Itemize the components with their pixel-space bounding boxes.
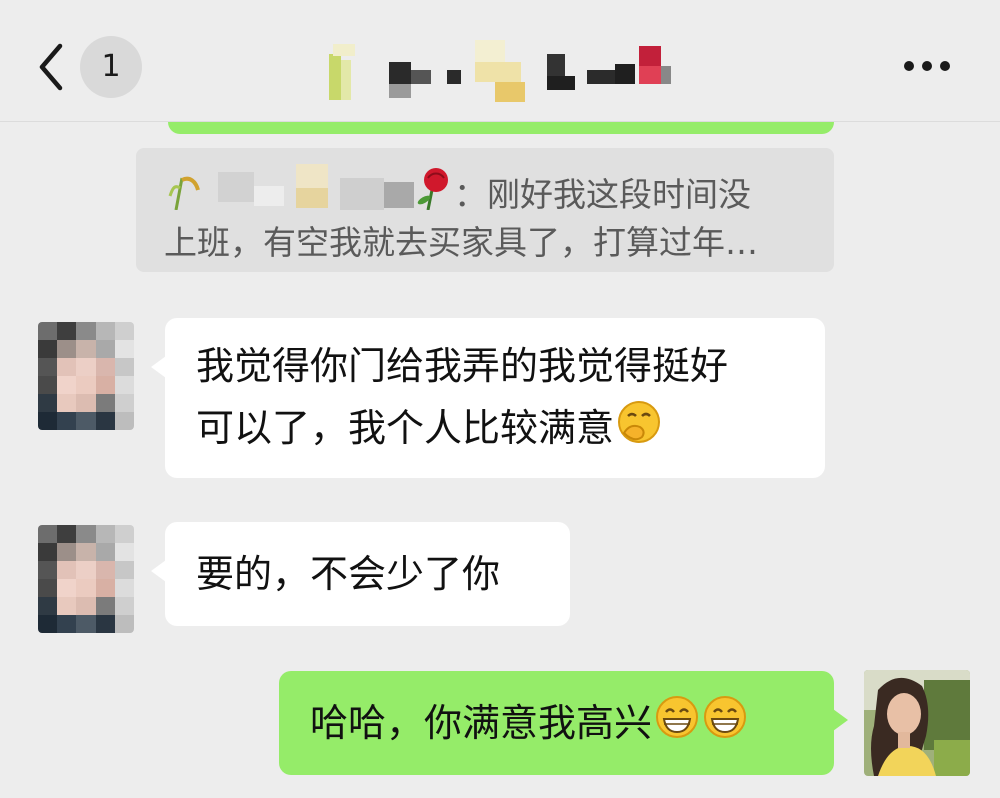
quote-text-line-2: 上班，有空我就去买家具了，打算过年… [164, 223, 758, 262]
chat-title-pixelated [325, 36, 685, 106]
quote-sender-pixelated [164, 162, 454, 214]
more-options-button[interactable] [896, 48, 958, 84]
unread-count-badge[interactable]: 1 [80, 36, 142, 98]
contact-avatar[interactable] [38, 525, 134, 633]
chevron-left-icon [39, 43, 63, 91]
message-text-line: 我觉得你门给我弄的我觉得挺好 [196, 344, 729, 388]
quoted-message[interactable]: ：刚好我这段时间没 上班，有空我就去买家具了，打算过年… [136, 148, 834, 272]
chat-screen: 1 ：刚好我这段时间没 上班，有空我就去买家具了，打算过年… 我觉得你门给我弄的… [0, 0, 1000, 798]
self-avatar[interactable] [864, 670, 970, 776]
chat-header: 1 [0, 0, 1000, 122]
contact-avatar[interactable] [38, 322, 134, 430]
message-bubble[interactable]: 我觉得你门给我弄的我觉得挺好 可以了，我个人比较满意 [151, 318, 825, 478]
back-button[interactable] [30, 40, 74, 94]
message-text-line: 要的，不会少了你 [196, 552, 501, 596]
grinning-emoji [654, 694, 700, 758]
grinning-emoji [702, 694, 748, 758]
message-text-line: 可以了，我个人比较满意 [196, 406, 615, 450]
rice-stalk-icon [168, 176, 200, 210]
message-bubble[interactable]: 要的，不会少了你 [151, 522, 570, 626]
message-text-line: 哈哈，你满意我高兴 [310, 701, 653, 745]
rose-icon [417, 168, 448, 210]
quote-text-line-1: ：刚好我这段时间没 [454, 175, 751, 214]
hand-over-mouth-emoji [616, 399, 662, 463]
message-bubble-self[interactable]: 哈哈，你满意我高兴 [279, 671, 848, 775]
